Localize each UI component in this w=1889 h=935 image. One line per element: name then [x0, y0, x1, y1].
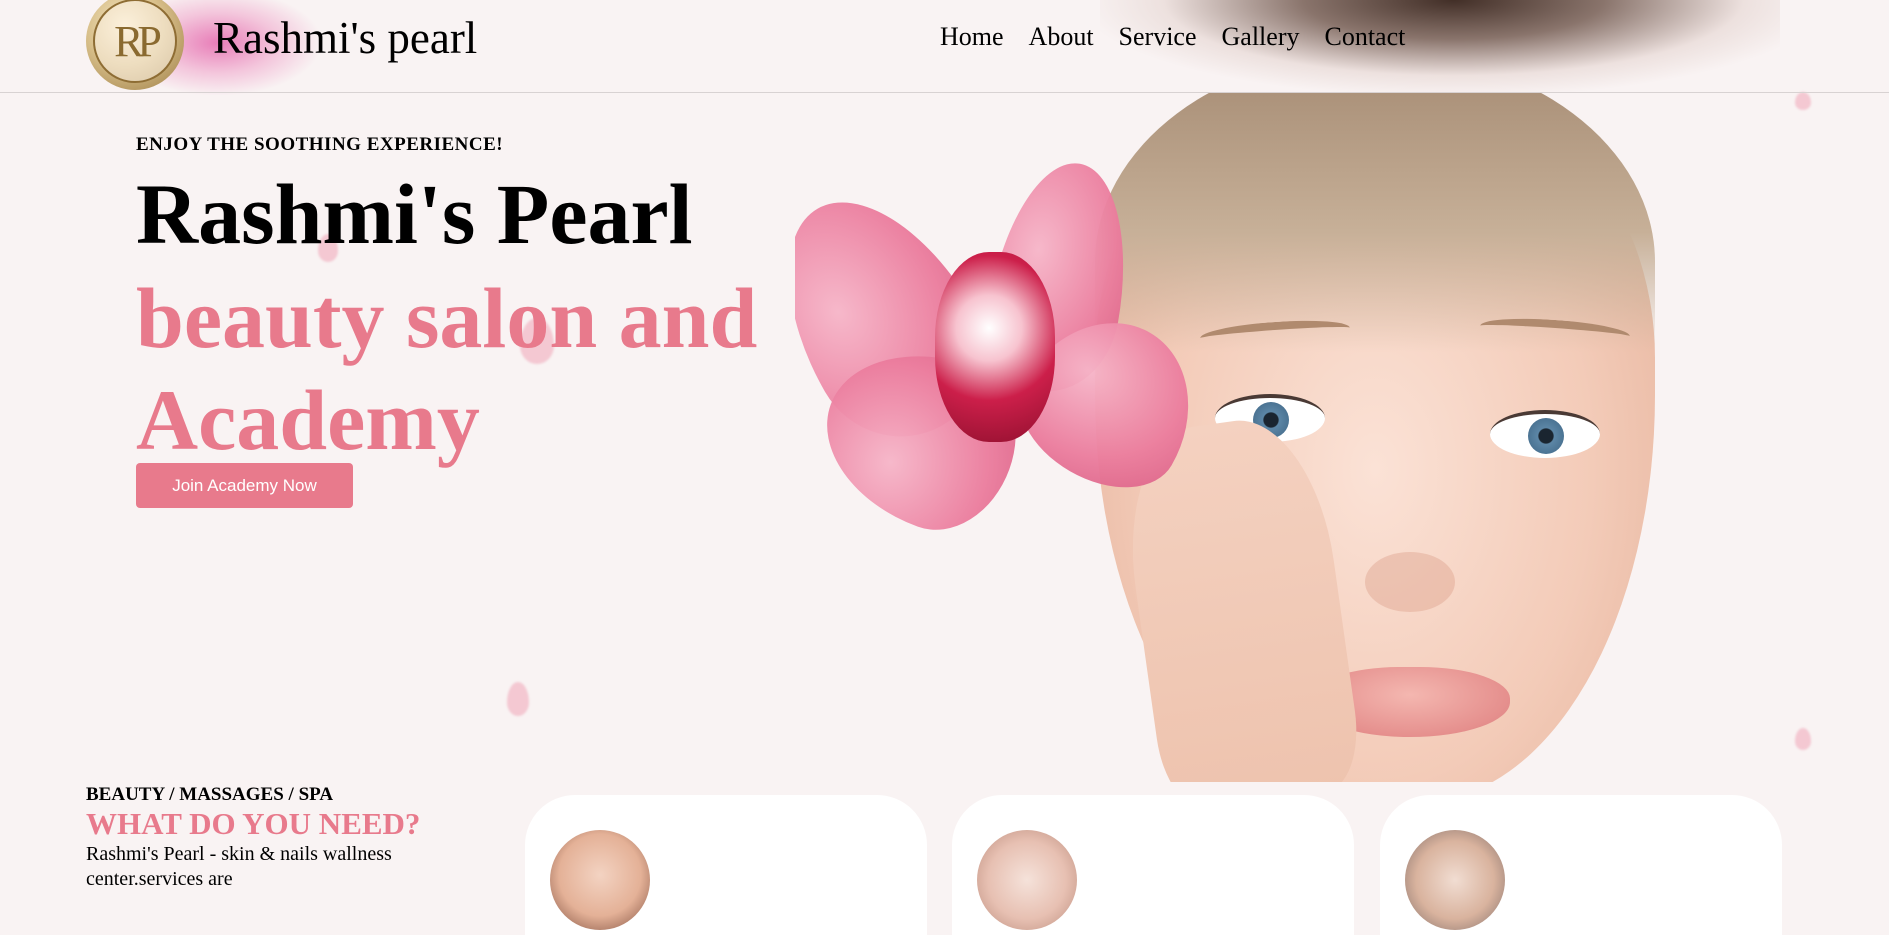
main-nav: Home About Service Gallery Contact — [940, 20, 1430, 54]
service-card-nails[interactable] — [952, 795, 1354, 935]
hero-tagline: ENJOY THE SOOTHING EXPERIENCE! — [136, 134, 504, 155]
service-card-facial[interactable] — [525, 795, 927, 935]
services-heading: WHAT DO YOU NEED? — [86, 806, 421, 841]
hair — [1095, 92, 1655, 352]
massage-photo-icon — [1405, 830, 1505, 930]
service-card-massage[interactable] — [1380, 795, 1782, 935]
nails-photo-icon — [977, 830, 1077, 930]
services-kicker: BEAUTY / MASSAGES / SPA — [86, 784, 334, 805]
petal-decoration — [507, 682, 529, 716]
services-description: Rashmi's Pearl - skin & nails wallness c… — [86, 843, 392, 890]
hero-model-image — [795, 92, 1795, 782]
hero-title: Rashmi's Pearl — [136, 166, 693, 262]
orchid-center — [935, 252, 1055, 442]
logo[interactable]: RP — [86, 0, 184, 90]
hero-subtitle: beauty salon and Academy — [136, 270, 758, 468]
petal-decoration — [1795, 92, 1811, 110]
brand-name[interactable]: Rashmi's pearl — [213, 12, 477, 64]
facial-photo-icon — [550, 830, 650, 930]
nav-service[interactable]: Service — [1119, 20, 1197, 54]
nav-home[interactable]: Home — [940, 20, 1004, 54]
petal-decoration — [1795, 728, 1811, 750]
site-header: RP Rashmi's pearl Home About Service Gal… — [0, 0, 1889, 93]
join-academy-button[interactable]: Join Academy Now — [136, 463, 353, 508]
nav-gallery[interactable]: Gallery — [1222, 20, 1300, 54]
nav-contact[interactable]: Contact — [1324, 20, 1405, 54]
logo-monogram: RP — [93, 0, 177, 83]
nav-about[interactable]: About — [1029, 20, 1094, 54]
right-eye — [1490, 410, 1600, 458]
nose — [1365, 552, 1455, 612]
